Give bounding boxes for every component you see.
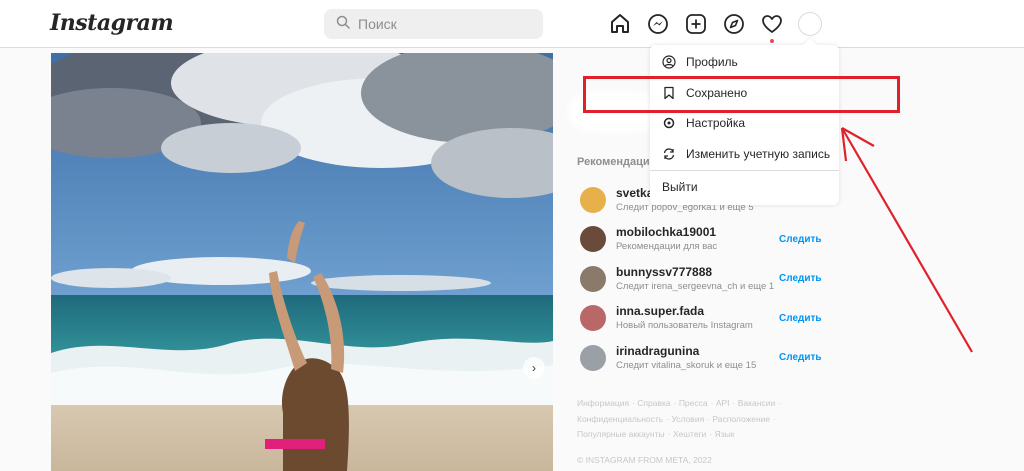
instagram-logo[interactable]: Instagram (50, 10, 174, 36)
menu-item-logout[interactable]: Выйти (650, 172, 839, 202)
home-icon[interactable] (608, 12, 632, 36)
footer-link[interactable]: Справка (637, 398, 670, 408)
profile-dropdown-menu: Профиль Сохранено Настройка Изменить уче… (650, 37, 839, 205)
follow-button[interactable]: Следить (779, 313, 822, 324)
messenger-icon[interactable] (646, 12, 670, 36)
nav-icons (608, 12, 822, 43)
footer-link[interactable]: Язык (715, 429, 735, 439)
footer-link[interactable]: Условия (671, 414, 704, 424)
suggestion-item[interactable]: irinadragunina Следит vitalina_skoruk и … (580, 338, 822, 378)
suggestion-subtitle: Следит irena_sergeevna_ch и еще 1 (616, 280, 775, 292)
suggestion-item[interactable]: inna.super.fada Новый пользователь Insta… (580, 299, 822, 339)
suggestion-username[interactable]: mobilochka19001 (616, 225, 717, 240)
footer-link[interactable]: Популярные аккаунты (577, 429, 665, 439)
suggestion-username[interactable]: bunnyssv777888 (616, 265, 774, 280)
profile-icon (662, 55, 676, 69)
carousel-next-button[interactable]: › (523, 357, 545, 379)
footer-link[interactable]: Информация (577, 398, 629, 408)
suggestion-item[interactable]: bunnyssv777888 Следит irena_sergeevna_ch… (580, 259, 822, 299)
avatar[interactable] (580, 186, 606, 213)
recommendations-title: Рекомендации (577, 156, 657, 168)
follow-button[interactable]: Следить (779, 234, 822, 245)
menu-item-label: Выйти (662, 180, 698, 194)
profile-avatar[interactable] (798, 12, 822, 36)
top-navigation-bar: Instagram (0, 0, 1024, 48)
heart-icon[interactable] (760, 12, 784, 43)
suggestion-subtitle: Новый пользователь Instagram (616, 320, 753, 332)
follow-button[interactable]: Следить (779, 352, 822, 363)
footer-link[interactable]: Конфиденциальность (577, 414, 663, 424)
suggestion-subtitle: Следит vitalina_skoruk и еще 15 (616, 359, 757, 371)
avatar[interactable] (580, 226, 606, 253)
switch-account-icon (662, 147, 676, 161)
suggestions-list: svetka Следит popov_egorka1 и еще 5 mobi… (580, 180, 822, 378)
avatar[interactable] (580, 305, 606, 332)
notification-dot (770, 39, 774, 43)
menu-item-label: Изменить учетную запись (686, 147, 831, 161)
search-icon (336, 15, 350, 34)
suggestion-username[interactable]: inna.super.fada (616, 304, 753, 319)
suggestion-item[interactable]: mobilochka19001 Рекомендации для вас Сле… (580, 220, 822, 260)
new-post-icon[interactable] (684, 12, 708, 36)
copyright: © INSTAGRAM FROM META, 2022 (577, 455, 712, 465)
menu-divider (650, 170, 839, 171)
footer-link[interactable]: Пресса (679, 398, 708, 408)
menu-item-switch-account[interactable]: Изменить учетную запись (650, 139, 839, 169)
search-box[interactable] (324, 9, 543, 39)
settings-icon (662, 116, 676, 130)
footer-link[interactable]: Хештеги (673, 429, 707, 439)
avatar[interactable] (580, 344, 606, 371)
avatar[interactable] (580, 265, 606, 292)
suggestion-username[interactable]: irinadragunina (616, 344, 756, 359)
footer-links: Информация · Справка · Пресса · API · Ваканс… (577, 398, 782, 439)
suggestion-subtitle: Рекомендации для вас (616, 241, 718, 253)
search-input[interactable] (358, 16, 528, 32)
menu-item-profile[interactable]: Профиль (650, 47, 839, 77)
menu-item-label: Профиль (686, 55, 738, 69)
annotation-highlight-box (583, 76, 900, 113)
post-image[interactable]: › (51, 53, 553, 471)
menu-item-label: Настройка (686, 116, 746, 130)
follow-button[interactable]: Следить (779, 273, 822, 284)
footer-link[interactable]: API (716, 398, 730, 408)
beach-photo (51, 53, 553, 471)
footer-link[interactable]: Расположение (712, 414, 770, 424)
explore-icon[interactable] (722, 12, 746, 36)
footer-link[interactable]: Вакансии (738, 398, 775, 408)
